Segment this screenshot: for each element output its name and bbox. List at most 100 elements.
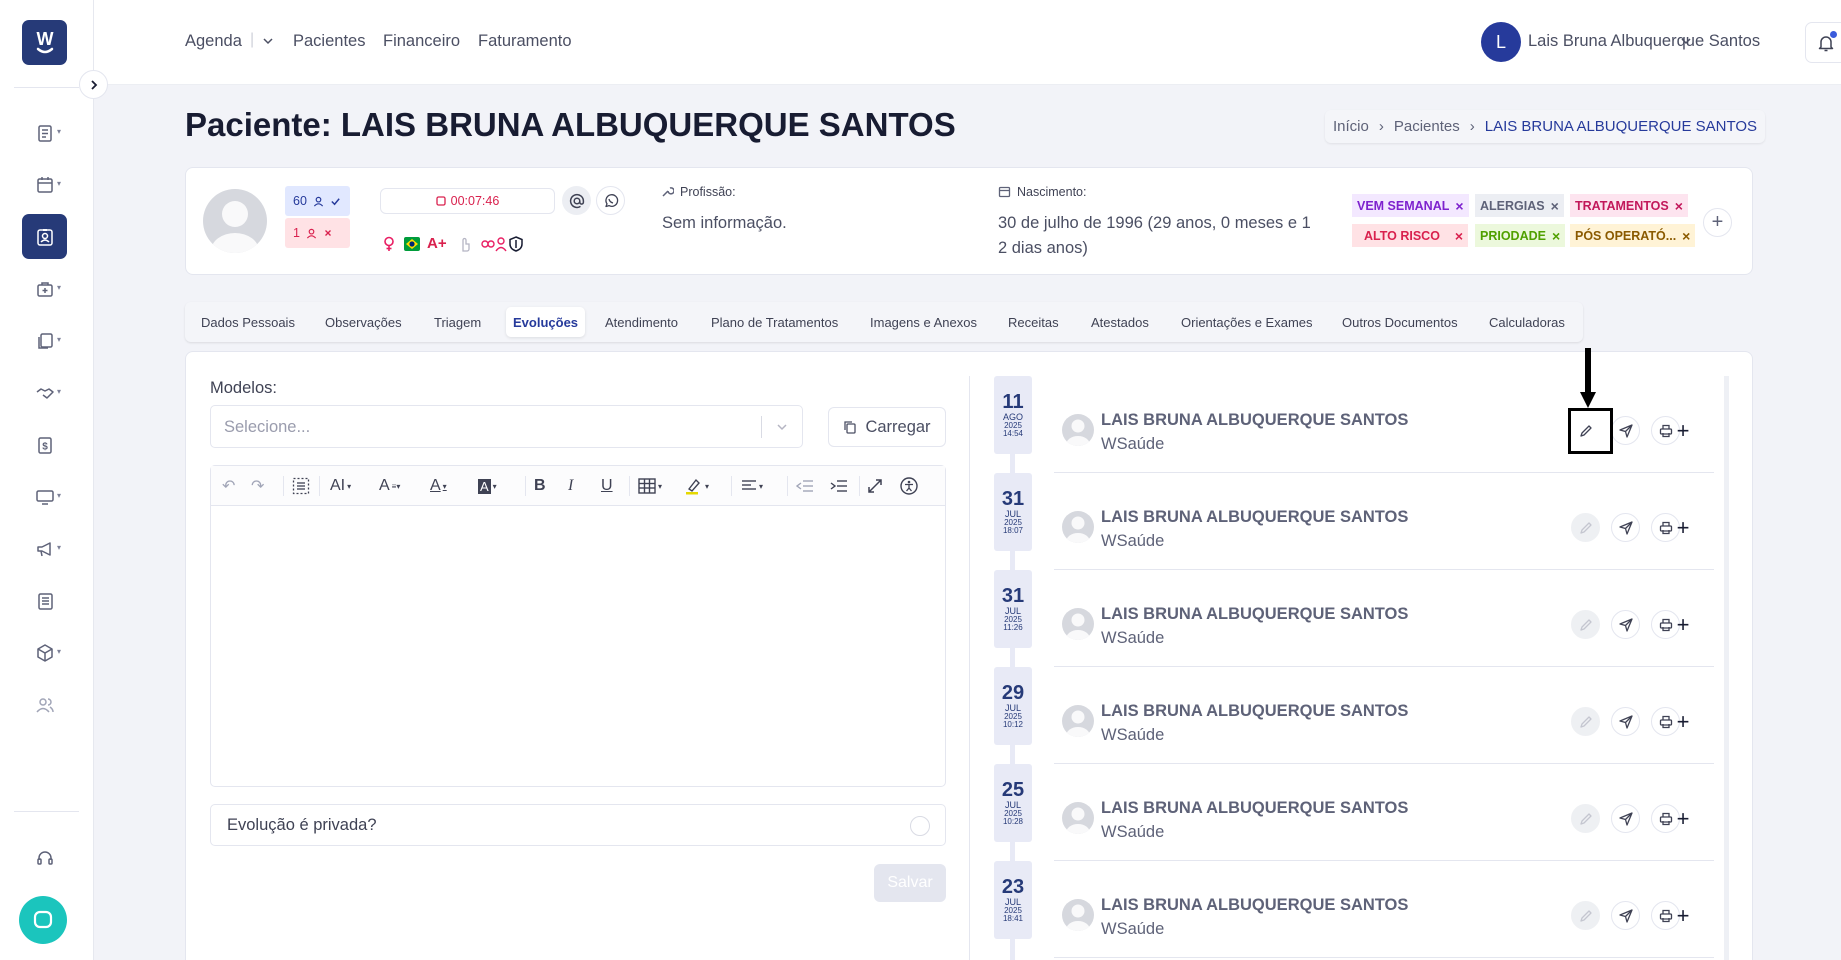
send-evolution-button[interactable] xyxy=(1611,707,1640,736)
chat-button[interactable] xyxy=(19,896,67,944)
tab-atendimento[interactable]: Atendimento xyxy=(598,307,685,337)
redo-icon[interactable]: ↷ xyxy=(251,476,264,496)
breadcrumb-patients[interactable]: Pacientes xyxy=(1394,118,1460,135)
rich-text-editor[interactable]: ↶ ↷ AI ▾ A ≡▾ A ▾ A ▾ B I U ▾ ▾ ▾ xyxy=(210,465,946,787)
expand-evolution-button[interactable]: + xyxy=(1673,901,1693,930)
tab-evolucoes[interactable]: Evoluções xyxy=(506,307,586,337)
highlighter-icon[interactable]: ▾ xyxy=(685,476,709,496)
sidebar-item-finance[interactable]: $ xyxy=(22,422,67,467)
italic-icon[interactable]: I xyxy=(568,476,573,496)
send-evolution-button[interactable] xyxy=(1611,804,1640,833)
breadcrumb-home[interactable]: Início xyxy=(1333,118,1369,135)
patient-tag[interactable]: ALERGIAS × xyxy=(1475,194,1564,217)
tab-triagem[interactable]: Triagem xyxy=(427,307,488,337)
tab-dados-pessoais[interactable]: Dados Pessoais xyxy=(194,307,302,337)
tab-outros-documentos[interactable]: Outros Documentos xyxy=(1335,307,1465,337)
underline-icon[interactable]: U xyxy=(601,476,613,496)
sidebar-item-users[interactable] xyxy=(22,682,67,727)
sidebar-item-reports[interactable] xyxy=(22,578,67,623)
agenda-dropdown-chevron-icon[interactable] xyxy=(262,35,274,47)
background-color-icon[interactable]: A ▾ xyxy=(478,476,497,496)
sidebar-item-inventory[interactable]: ▾ xyxy=(22,630,67,675)
text-color-icon[interactable]: A ▾ xyxy=(430,476,447,496)
evolution-entry[interactable]: 31 JUL 2025 11:26 LAIS BRUNA ALBUQUERQUE SAN… xyxy=(994,570,1714,667)
evolution-entry[interactable]: 29 JUL 2025 10:12 LAIS BRUNA ALBUQUERQUE SAN… xyxy=(994,667,1714,764)
evolution-entry[interactable]: 31 JUL 2025 18:07 LAIS BRUNA ALBUQUERQUE SAN… xyxy=(994,473,1714,570)
remove-tag-icon[interactable]: × xyxy=(1551,198,1559,214)
tab-plano-tratamentos[interactable]: Plano de Tratamentos xyxy=(704,307,845,337)
tab-atestados[interactable]: Atestados xyxy=(1084,307,1156,337)
sidebar-item-monitor[interactable]: ▾ xyxy=(22,474,67,519)
nav-agenda[interactable]: Agenda xyxy=(185,32,242,51)
email-button[interactable] xyxy=(562,186,591,215)
send-evolution-button[interactable] xyxy=(1611,901,1640,930)
remove-tag-icon[interactable]: × xyxy=(1552,228,1560,244)
sidebar-item-support[interactable] xyxy=(22,835,67,880)
load-model-button[interactable]: Carregar xyxy=(828,407,946,447)
bold-icon[interactable]: B xyxy=(534,476,546,496)
tab-observacoes[interactable]: Observações xyxy=(318,307,409,337)
patient-tag[interactable]: ALTO RISCO × xyxy=(1352,224,1468,247)
missed-badge[interactable]: 1 xyxy=(285,218,350,248)
tab-orientacoes-exames[interactable]: Orientações e Exames xyxy=(1174,307,1320,337)
expand-evolution-button[interactable]: + xyxy=(1673,513,1693,542)
edit-evolution-button[interactable] xyxy=(1571,804,1600,833)
remove-tag-icon[interactable]: × xyxy=(1682,228,1690,244)
appointments-badge[interactable]: 60 xyxy=(285,186,350,216)
evolution-entry[interactable]: 23 JUL 2025 18:41 LAIS BRUNA ALBUQUERQUE SAN… xyxy=(994,861,1714,958)
send-evolution-button[interactable] xyxy=(1611,416,1640,445)
edit-evolution-button[interactable] xyxy=(1571,513,1600,542)
sidebar-item-marketing[interactable]: ▾ xyxy=(22,526,67,571)
font-size-icon[interactable]: AI ▾ xyxy=(330,476,351,496)
expand-evolution-button[interactable]: + xyxy=(1673,416,1693,445)
outdent-icon[interactable] xyxy=(796,476,814,496)
sidebar-item-patients[interactable] xyxy=(22,214,67,259)
edit-evolution-button[interactable] xyxy=(1571,707,1600,736)
accessibility-icon[interactable] xyxy=(900,476,918,496)
app-logo[interactable]: W xyxy=(22,20,67,65)
sidebar-item-documents[interactable]: ▾ xyxy=(22,110,67,155)
sidebar-toggle-button[interactable] xyxy=(79,70,108,99)
patient-tag[interactable]: PÓS OPERATÓ... × xyxy=(1570,224,1696,247)
sidebar-item-medical[interactable]: ▾ xyxy=(22,266,67,311)
patient-tag[interactable]: VEM SEMANAL × xyxy=(1352,194,1469,217)
sidebar-item-files[interactable]: ▾ xyxy=(22,318,67,363)
sidebar-item-calendar[interactable]: ▾ xyxy=(22,162,67,207)
nav-faturamento[interactable]: Faturamento xyxy=(478,32,572,51)
whatsapp-button[interactable] xyxy=(596,186,625,215)
indent-icon[interactable] xyxy=(830,476,848,496)
remove-tag-icon[interactable]: × xyxy=(1675,198,1683,214)
user-avatar[interactable]: L xyxy=(1481,22,1521,62)
send-evolution-button[interactable] xyxy=(1611,610,1640,639)
add-tag-button[interactable]: + xyxy=(1703,208,1732,237)
patient-tag[interactable]: TRATAMENTOS × xyxy=(1570,194,1688,217)
private-switch[interactable] xyxy=(910,816,930,836)
evolution-entry[interactable]: 25 JUL 2025 10:28 LAIS BRUNA ALBUQUERQUE SAN… xyxy=(994,764,1714,861)
expand-evolution-button[interactable]: + xyxy=(1673,804,1693,833)
align-left-icon[interactable]: ▾ xyxy=(741,476,763,496)
undo-icon[interactable]: ↶ xyxy=(222,476,235,496)
sidebar-item-agreements[interactable]: ▾ xyxy=(22,370,67,415)
fullscreen-icon[interactable] xyxy=(867,476,883,496)
models-select[interactable]: Selecione... xyxy=(210,405,803,448)
table-icon[interactable]: ▾ xyxy=(638,476,662,496)
tab-imagens-anexos[interactable]: Imagens e Anexos xyxy=(863,307,984,337)
edit-evolution-button[interactable] xyxy=(1571,610,1600,639)
tab-receitas[interactable]: Receitas xyxy=(1001,307,1066,337)
expand-evolution-button[interactable]: + xyxy=(1673,610,1693,639)
tab-calculadoras[interactable]: Calculadoras xyxy=(1482,307,1572,337)
expand-evolution-button[interactable]: + xyxy=(1673,707,1693,736)
select-all-icon[interactable] xyxy=(292,476,310,496)
text-format-icon[interactable]: A ≡▾ xyxy=(379,476,400,496)
user-name[interactable]: Lais Bruna Albuquerque Santos xyxy=(1528,32,1760,51)
notifications-button[interactable] xyxy=(1805,22,1841,63)
remove-tag-icon[interactable]: × xyxy=(1455,198,1463,214)
patient-tag[interactable]: PRIODADE × xyxy=(1475,224,1566,247)
private-evolution-toggle[interactable]: Evolução é privada? xyxy=(210,804,946,846)
save-button[interactable]: Salvar xyxy=(874,864,946,902)
nav-pacientes[interactable]: Pacientes xyxy=(293,32,365,51)
nav-financeiro[interactable]: Financeiro xyxy=(383,32,460,51)
remove-tag-icon[interactable]: × xyxy=(1455,228,1463,244)
send-evolution-button[interactable] xyxy=(1611,513,1640,542)
user-menu-chevron-icon[interactable] xyxy=(1680,35,1692,47)
